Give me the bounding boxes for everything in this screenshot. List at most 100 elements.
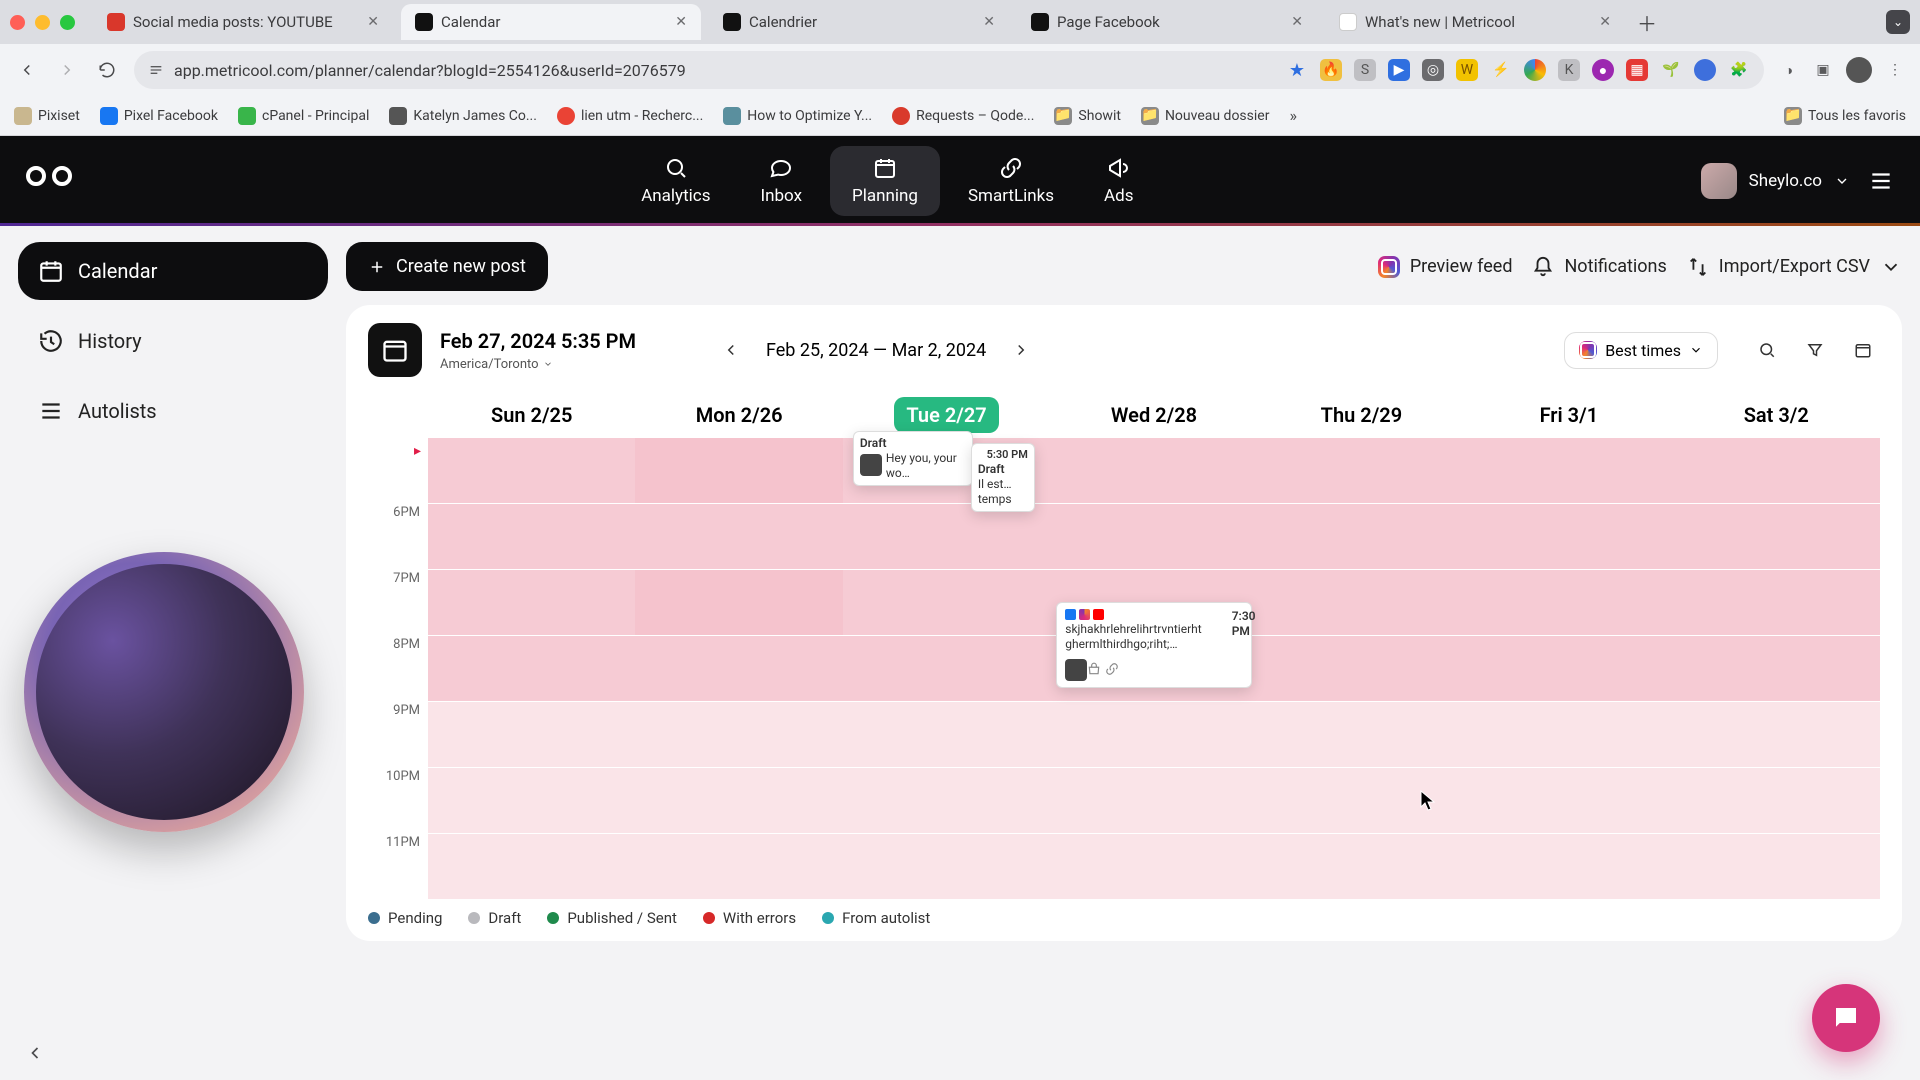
close-tab-icon[interactable]: ✕ [1291,14,1303,30]
sidebar-item-calendar[interactable]: Calendar [18,242,328,300]
time-slot[interactable] [1673,701,1880,767]
time-slot[interactable] [1465,833,1672,899]
time-slot[interactable] [1258,569,1465,635]
ext-icon[interactable] [1694,59,1716,81]
chat-fab[interactable] [1812,984,1880,1052]
time-slot[interactable] [1465,635,1672,701]
time-slot[interactable] [843,635,1050,701]
nav-inbox[interactable]: Inbox [738,146,824,216]
bookmark[interactable]: Katelyn James Co... [389,107,537,125]
calendar-event[interactable]: 5:30 PM Draft Il est… temps [971,443,1035,512]
nav-planning[interactable]: Planning [830,146,940,216]
time-slot[interactable] [1050,701,1257,767]
time-slot[interactable] [1050,767,1257,833]
import-export-button[interactable]: Import/Export CSV [1687,256,1902,278]
browser-tab[interactable]: Page Facebook ✕ [1017,4,1317,40]
ext-icon[interactable]: W [1456,59,1478,81]
ext-icon[interactable]: 🔥 [1320,59,1342,81]
time-slot[interactable] [635,767,842,833]
best-times-button[interactable]: Best times [1564,332,1718,369]
calendar-grid[interactable]: Sun 2/25 Mon 2/26 Tue 2/27 Wed 2/28 Thu … [368,393,1880,899]
close-tab-icon[interactable]: ✕ [675,14,687,30]
site-info-icon[interactable] [148,62,164,78]
bookmark-folder[interactable]: 📁Nouveau dossier [1141,107,1270,125]
time-slot[interactable] [635,833,842,899]
bookmark[interactable]: lien utm - Recherc... [557,107,703,125]
notifications-button[interactable]: Notifications [1532,256,1666,278]
bookmark-folder[interactable]: 📁Showit [1054,107,1121,125]
time-slot[interactable] [1465,569,1672,635]
forward-button[interactable] [54,57,80,83]
time-slot[interactable] [635,503,842,569]
time-slot[interactable] [1465,767,1672,833]
time-slot[interactable] [843,701,1050,767]
filter-button[interactable] [1798,333,1832,367]
time-slot[interactable] [1673,503,1880,569]
ext-icon[interactable]: ◑ [1778,59,1800,81]
ext-icon[interactable]: ◎ [1422,59,1444,81]
close-window-button[interactable] [10,15,25,30]
time-slot[interactable] [843,503,1050,569]
time-slot[interactable] [843,767,1050,833]
kebab-menu-icon[interactable]: ⋮ [1884,59,1906,81]
calendar-event[interactable]: Draft Hey you, your wo… [853,431,973,486]
close-tab-icon[interactable]: ✕ [1599,14,1611,30]
nav-analytics[interactable]: Analytics [619,146,732,216]
time-slot[interactable] [843,569,1050,635]
hamburger-menu-icon[interactable] [1868,168,1894,194]
create-new-post-button[interactable]: Create new post [346,242,548,291]
ext-icon[interactable]: K [1558,59,1580,81]
time-slot[interactable] [1258,503,1465,569]
time-slot[interactable] [428,635,635,701]
time-slot[interactable] [1258,701,1465,767]
ext-icon[interactable]: ▶ [1388,59,1410,81]
address-bar[interactable]: app.metricool.com/planner/calendar?blogI… [134,51,1764,89]
ext-icon[interactable]: S [1354,59,1376,81]
view-toggle-button[interactable] [1846,333,1880,367]
account-switcher[interactable]: Sheylo.co [1701,163,1850,199]
time-slot[interactable] [1050,437,1257,503]
new-tab-button[interactable]: ＋ [1633,8,1661,36]
time-slot[interactable] [428,569,635,635]
time-slot[interactable] [1258,437,1465,503]
time-slot-grid[interactable]: 6PM 7PM 8PM 9PM 10PM 11PM Draft [368,437,1880,899]
time-slot[interactable] [1465,503,1672,569]
browser-tab[interactable]: Calendar ✕ [401,4,701,40]
time-slot[interactable] [1673,833,1880,899]
metricool-logo[interactable] [26,166,74,196]
time-slot[interactable] [1050,503,1257,569]
nav-ads[interactable]: Ads [1082,146,1155,216]
close-tab-icon[interactable]: ✕ [983,14,995,30]
nav-smartlinks[interactable]: SmartLinks [946,146,1076,216]
sidepanel-icon[interactable]: ▣ [1812,59,1834,81]
time-slot[interactable] [635,569,842,635]
time-slot[interactable] [1673,635,1880,701]
all-bookmarks-button[interactable]: 📁Tous les favoris [1784,107,1906,125]
time-slot[interactable] [428,701,635,767]
bookmark[interactable]: cPanel - Principal [238,107,369,125]
prev-week-button[interactable] [714,333,748,367]
time-slot[interactable] [635,635,842,701]
bookmark[interactable]: Pixel Facebook [100,107,218,125]
time-slot[interactable] [1465,701,1672,767]
ext-icon[interactable]: 🌱 [1660,59,1682,81]
time-slot[interactable] [428,767,635,833]
time-slot[interactable] [843,833,1050,899]
extensions-puzzle-icon[interactable]: 🧩 [1728,59,1750,81]
sidebar-item-history[interactable]: History [18,312,328,370]
bookmark[interactable]: Requests – Qode... [892,107,1034,125]
time-slot[interactable] [428,437,635,503]
time-slot[interactable] [428,833,635,899]
time-slot[interactable] [1258,833,1465,899]
time-slot[interactable] [1465,437,1672,503]
profile-avatar-icon[interactable] [1846,57,1872,83]
sidebar-collapse-button[interactable] [18,1036,52,1070]
browser-tab[interactable]: Social media posts: YOUTUBE ✕ [93,4,393,40]
ext-icon[interactable]: ● [1592,59,1614,81]
reload-button[interactable] [94,57,120,83]
bookmark[interactable]: How to Optimize Y... [723,107,872,125]
time-slot[interactable] [635,437,842,503]
calendar-event[interactable]: 7:30 PM skjhakhrlehrelihrtrvntierht gher… [1056,602,1251,688]
next-week-button[interactable] [1004,333,1038,367]
time-slot[interactable] [1673,569,1880,635]
